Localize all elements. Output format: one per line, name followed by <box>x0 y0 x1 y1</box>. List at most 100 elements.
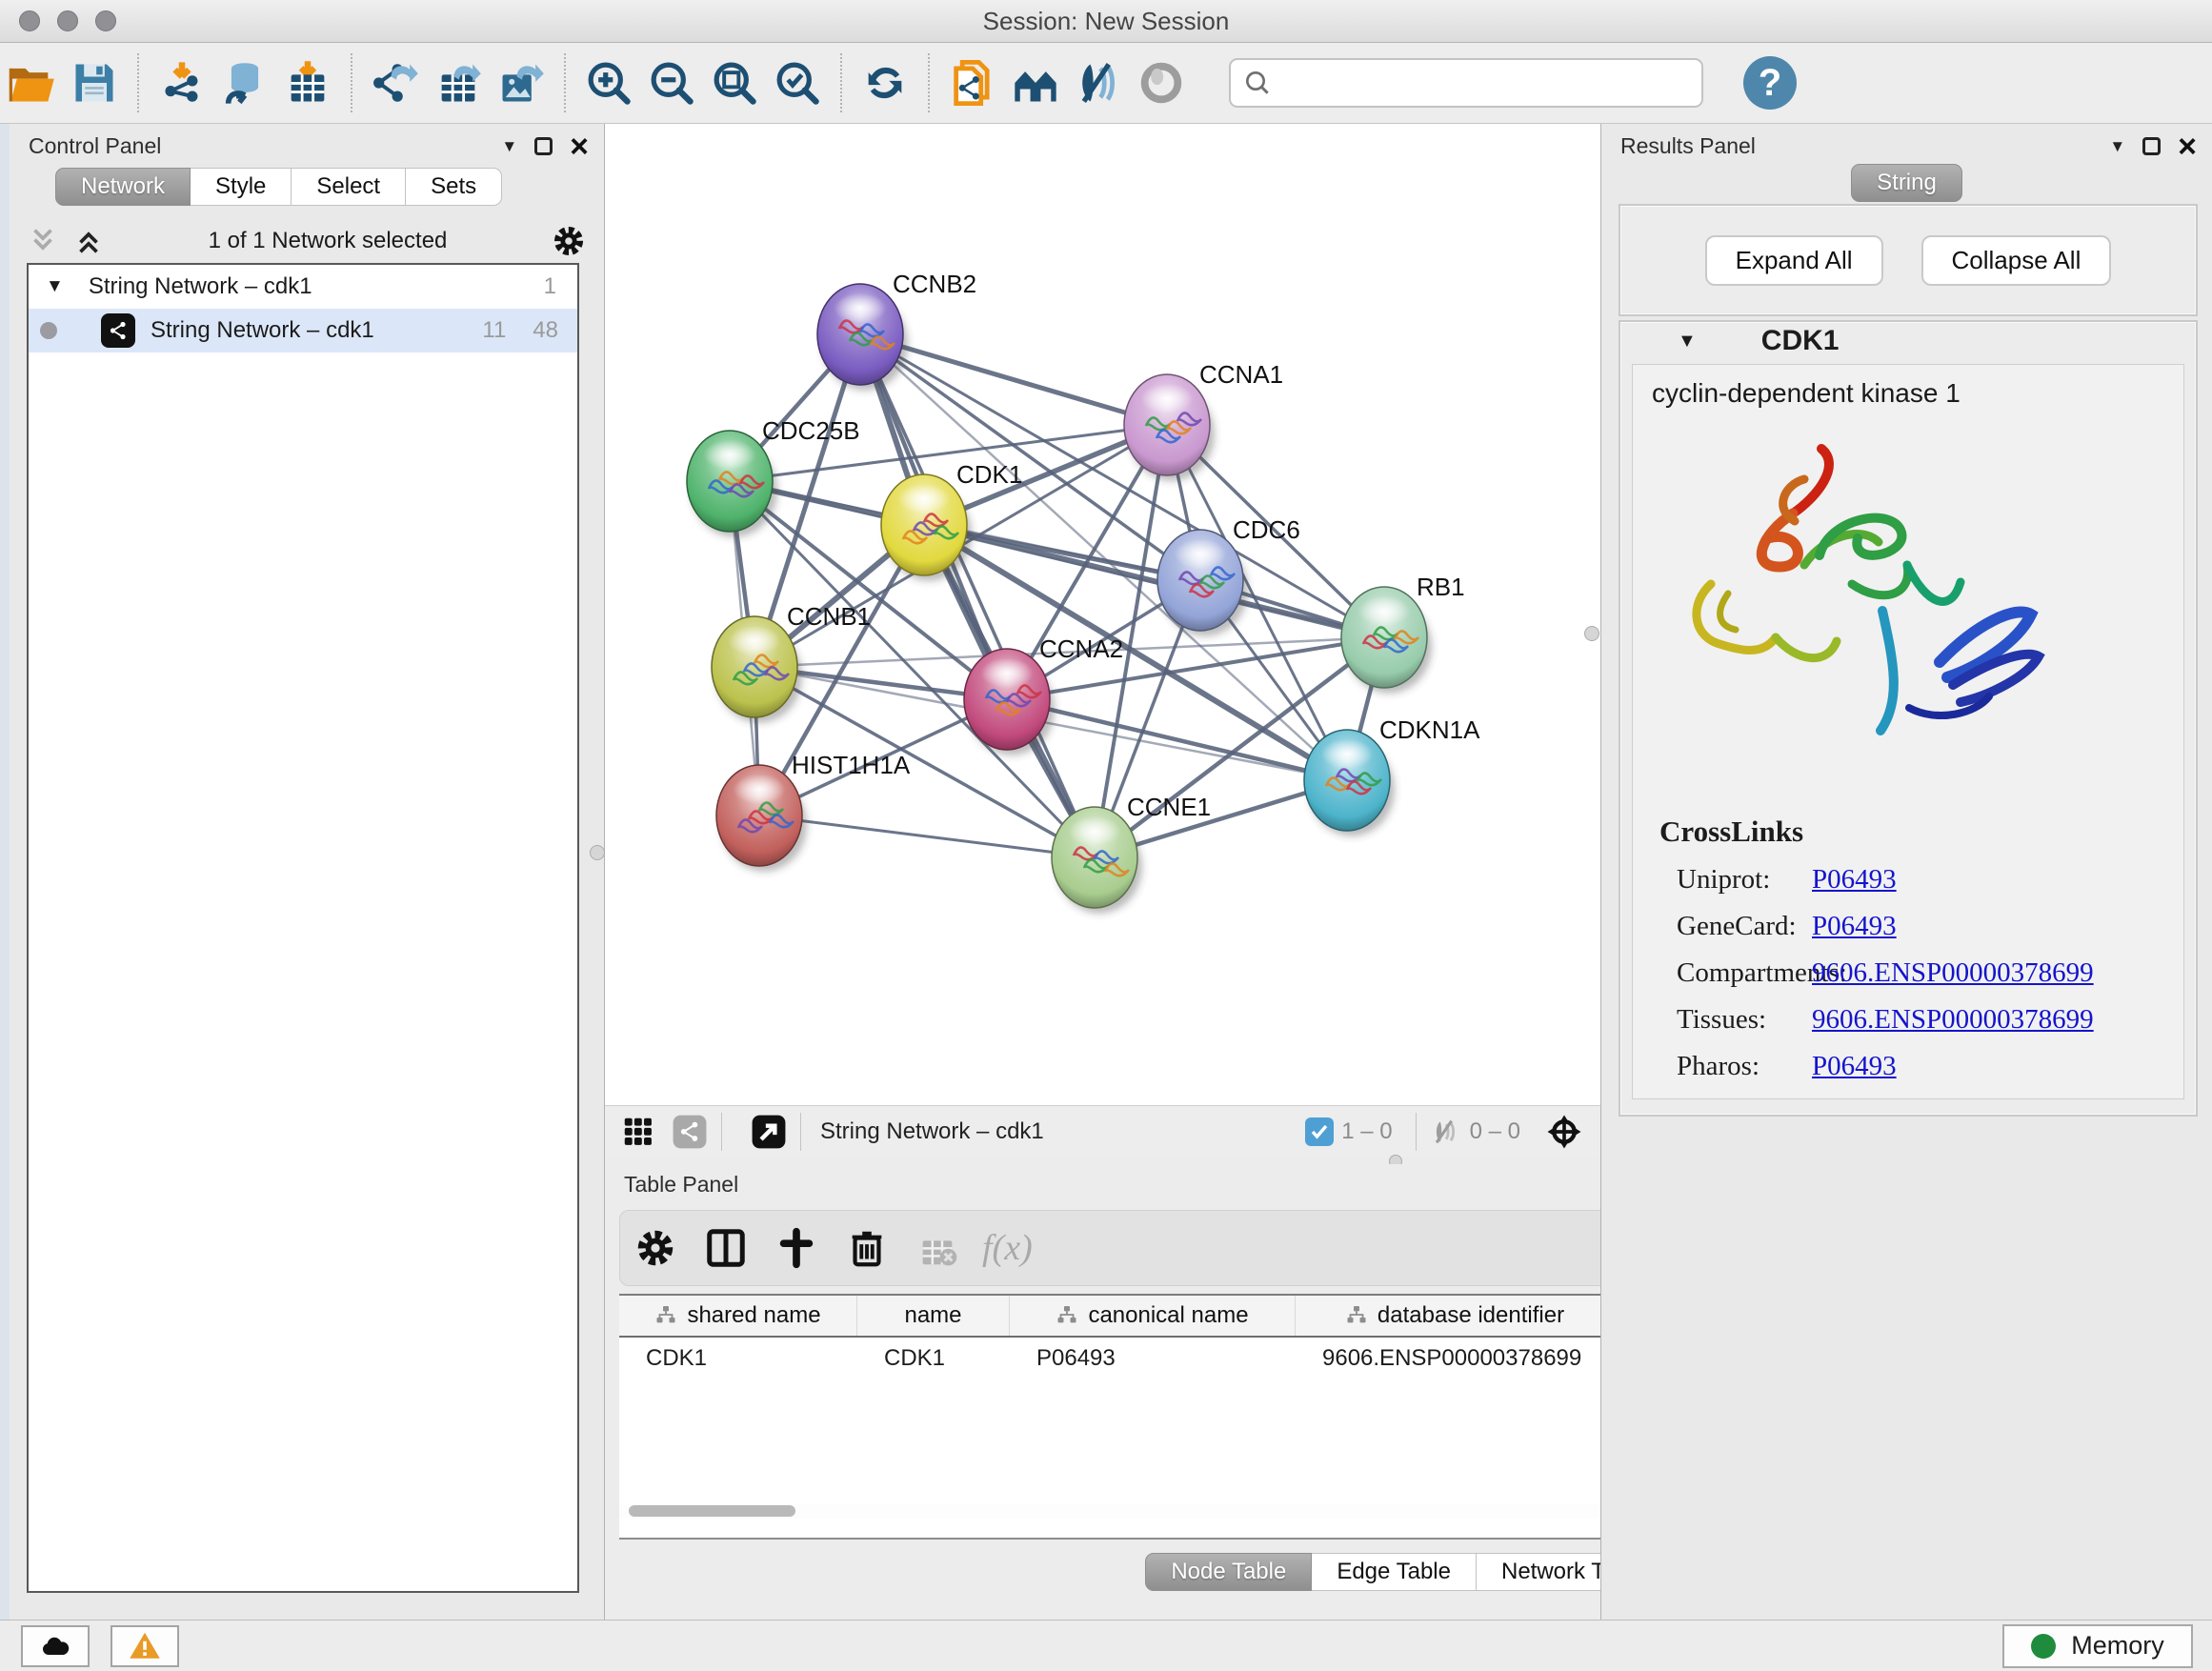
control-panel-float-icon[interactable] <box>534 137 553 155</box>
expand-all-button[interactable]: Expand All <box>1705 235 1883 286</box>
import-table-icon[interactable] <box>276 51 339 114</box>
open-icon[interactable] <box>0 51 63 114</box>
cloud-button[interactable] <box>21 1625 90 1667</box>
node-ccnb1 <box>712 616 802 723</box>
export-network-icon[interactable] <box>364 51 427 114</box>
toolbar-separator <box>928 53 930 112</box>
network-collection-row[interactable]: ▼ String Network – cdk1 1 <box>29 265 577 309</box>
birdseye-grid-icon[interactable] <box>620 1114 656 1150</box>
network-node-count: 11 <box>482 317 506 344</box>
tab-select[interactable]: Select <box>292 168 406 206</box>
hidden-eye-slash-icon[interactable] <box>1430 1116 1462 1148</box>
scrollbar-thumb[interactable] <box>629 1505 795 1517</box>
export-image-icon[interactable] <box>490 51 553 114</box>
collapse-all-networks-icon[interactable] <box>27 225 59 257</box>
refresh-icon[interactable] <box>854 51 916 114</box>
table-cell[interactable]: P06493 <box>1010 1338 1296 1379</box>
node-label-hist1h1a: HIST1H1A <box>792 751 911 779</box>
node-details-box: ▼ CDK1 cyclin-dependent kinase 1 CrossLi… <box>1619 320 2198 1117</box>
trash-icon[interactable] <box>832 1213 902 1283</box>
import-database-icon[interactable] <box>213 51 276 114</box>
table-cell[interactable]: CDK1 <box>619 1338 857 1379</box>
show-all-icon[interactable] <box>1130 51 1193 114</box>
protein-structure-image <box>1661 422 2061 775</box>
column-header-shared-name[interactable]: shared name <box>619 1296 857 1336</box>
node-details-expander-icon[interactable]: ▼ <box>1678 331 1697 352</box>
open-in-new-window-icon[interactable] <box>751 1114 787 1150</box>
column-header-name[interactable]: name <box>857 1296 1010 1336</box>
toolbar-separator <box>564 53 566 112</box>
right-splitter-handle[interactable] <box>1584 626 1599 641</box>
crosslink-link[interactable]: P06493 <box>1812 1051 1897 1082</box>
control-panel-menu-icon[interactable]: ▼ <box>501 137 517 156</box>
zoom-in-icon[interactable] <box>577 51 640 114</box>
function-builder-icon[interactable]: f(x) <box>982 1227 1033 1269</box>
help-button[interactable]: ? <box>1743 56 1797 110</box>
control-panel-close-icon[interactable]: × <box>570 137 589 156</box>
column-tree-icon <box>1056 1304 1078 1327</box>
column-header-database-identifier[interactable]: database identifier <box>1296 1296 1615 1336</box>
node-label-ccna2: CCNA2 <box>1039 634 1123 663</box>
collection-label: String Network – cdk1 <box>89 273 312 300</box>
delete-table-icon[interactable] <box>902 1213 973 1283</box>
main-toolbar: ? <box>0 43 2212 124</box>
add-icon[interactable] <box>761 1213 832 1283</box>
fit-crosshair-icon[interactable] <box>1545 1113 1583 1151</box>
memory-status-dot <box>2031 1634 2056 1659</box>
crosslink-row: Compartments:9606.ENSP00000378699 <box>1659 957 2174 989</box>
tab-network[interactable]: Network <box>55 168 191 206</box>
memory-label: Memory <box>2071 1631 2164 1661</box>
left-splitter-handle[interactable] <box>590 845 605 860</box>
crosslink-row: GeneCard:P06493 <box>1659 911 2174 942</box>
tab-sets[interactable]: Sets <box>406 168 502 206</box>
tab-string[interactable]: String <box>1851 164 1962 202</box>
node-label-rb1: RB1 <box>1417 573 1465 601</box>
network-options-gear-icon[interactable] <box>551 223 587 259</box>
selected-nodes-checkbox[interactable] <box>1305 1117 1334 1146</box>
warning-button[interactable] <box>111 1625 179 1667</box>
new-network-file-icon[interactable] <box>941 51 1004 114</box>
first-neighbors-icon[interactable] <box>1004 51 1067 114</box>
search-icon <box>1242 68 1273 98</box>
hide-selected-icon[interactable] <box>1067 51 1130 114</box>
import-network-icon[interactable] <box>151 51 213 114</box>
network-row[interactable]: String Network – cdk1 11 48 <box>29 309 577 352</box>
collapse-all-button[interactable]: Collapse All <box>1921 235 2112 286</box>
table-cell[interactable]: 9606.ENSP00000378699 <box>1296 1338 1615 1379</box>
crosslink-row: Uniprot:P06493 <box>1659 864 2174 896</box>
string-network-icon[interactable] <box>672 1114 708 1150</box>
expand-all-networks-icon[interactable] <box>72 225 105 257</box>
crosslink-label: Compartments: <box>1659 957 1812 989</box>
export-table-icon[interactable] <box>427 51 490 114</box>
control-panel: Control Panel ▼ × NetworkStyleSelectSets… <box>0 124 605 1620</box>
column-tree-icon <box>654 1304 677 1327</box>
results-panel-menu-icon[interactable]: ▼ <box>2109 137 2125 156</box>
split-columns-icon[interactable] <box>691 1213 761 1283</box>
search-box[interactable] <box>1229 58 1703 108</box>
memory-button[interactable]: Memory <box>2002 1624 2193 1668</box>
crosslink-link[interactable]: 9606.ENSP00000378699 <box>1812 957 2094 989</box>
tab-node-table[interactable]: Node Table <box>1145 1553 1312 1591</box>
zoom-selected-icon[interactable] <box>766 51 829 114</box>
crosslink-row: Pharos:P06493 <box>1659 1051 2174 1082</box>
gear-icon[interactable] <box>620 1213 691 1283</box>
table-cell[interactable]: CDK1 <box>857 1338 1010 1379</box>
node-cdk1 <box>881 474 972 581</box>
tab-edge-table[interactable]: Edge Table <box>1312 1553 1477 1591</box>
results-panel-float-icon[interactable] <box>2142 137 2161 155</box>
crosslink-link[interactable]: P06493 <box>1812 911 1897 942</box>
search-input[interactable] <box>1282 70 1690 96</box>
node-description: cyclin-dependent kinase 1 <box>1652 378 2183 409</box>
zoom-out-icon[interactable] <box>640 51 703 114</box>
results-panel-close-icon[interactable]: × <box>2178 137 2197 156</box>
column-header-canonical-name[interactable]: canonical name <box>1010 1296 1296 1336</box>
crosslink-link[interactable]: P06493 <box>1812 864 1897 896</box>
node-details-header[interactable]: ▼ CDK1 <box>1620 322 2196 360</box>
crosslink-link[interactable]: 9606.ENSP00000378699 <box>1812 1004 2094 1036</box>
zoom-fit-icon[interactable] <box>703 51 766 114</box>
collection-expander-icon[interactable]: ▼ <box>46 276 64 297</box>
tab-style[interactable]: Style <box>191 168 292 206</box>
save-icon[interactable] <box>63 51 126 114</box>
selected-count: 1 – 0 <box>1341 1118 1392 1145</box>
network-canvas[interactable]: CCNB2CCNA1CDC25BCDK1CDC6RB1CCNB1CCNA2CDK… <box>605 124 1600 1105</box>
